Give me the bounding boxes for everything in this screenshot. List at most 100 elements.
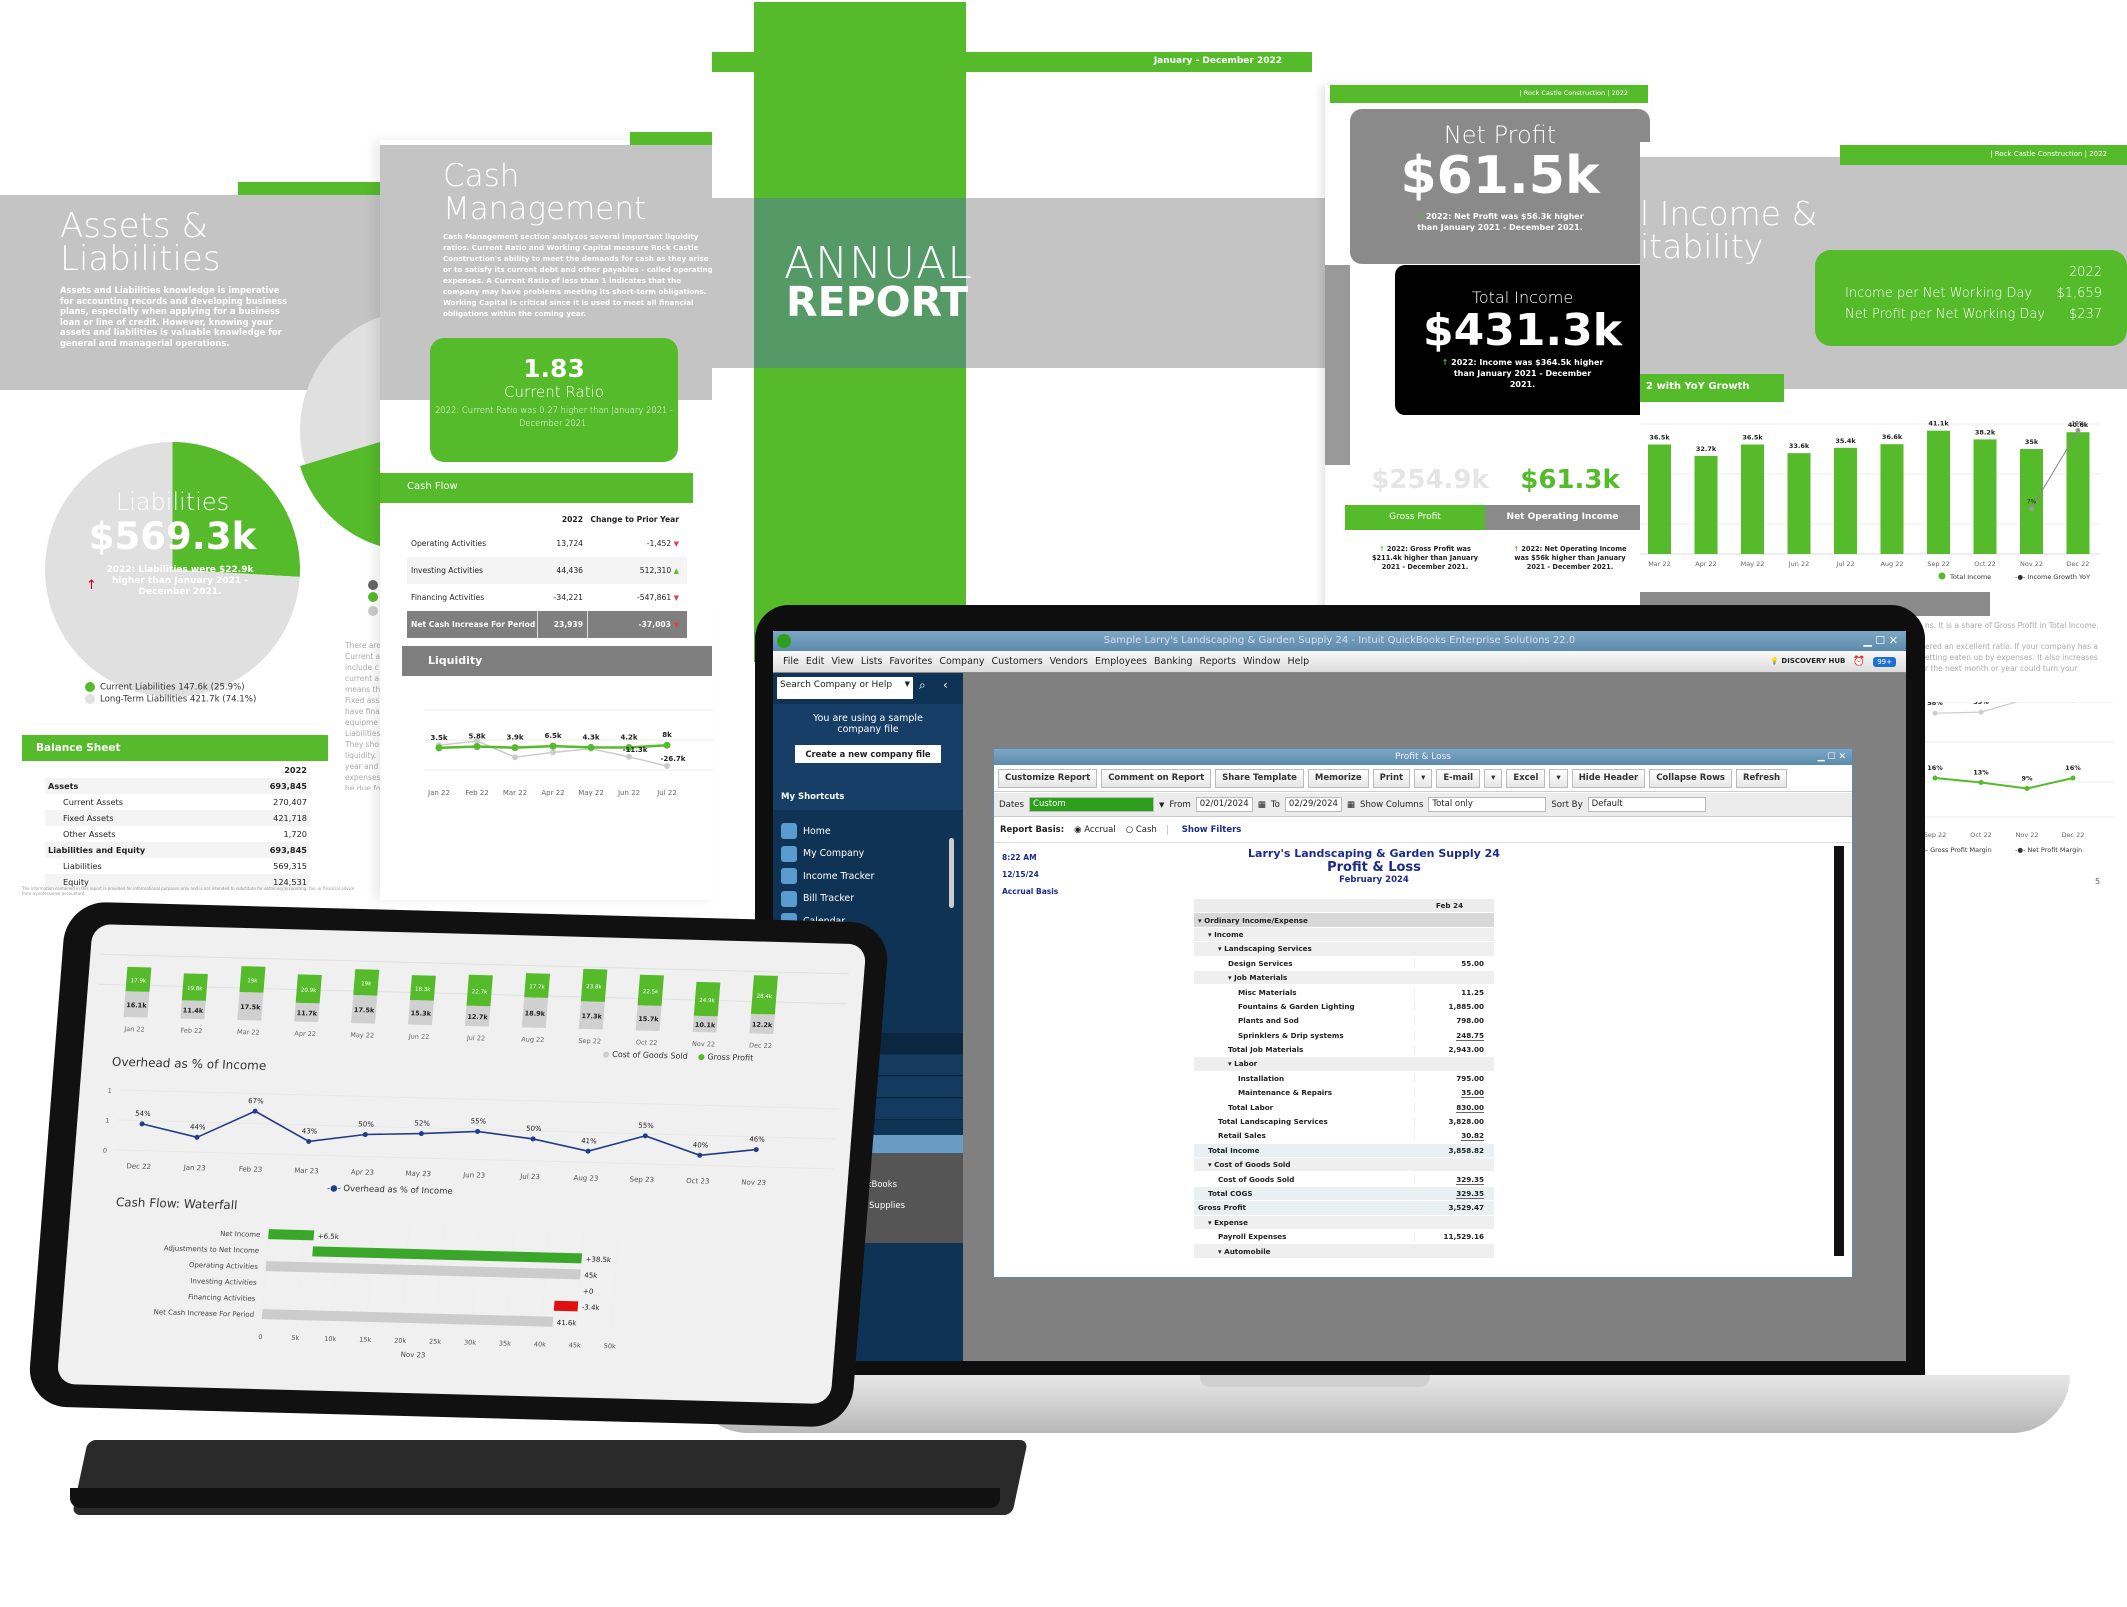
show-filters-link[interactable]: Show Filters xyxy=(1166,824,1241,835)
table-row: Gross Profit 3,529.47 xyxy=(1194,1201,1494,1216)
maximize-icon[interactable]: ☐ xyxy=(1875,634,1885,647)
search-input[interactable]: Search Company or Help ▼ xyxy=(777,677,913,699)
data-label: 28.4k xyxy=(756,994,773,1000)
report-date: 12/15/24 xyxy=(1002,870,1039,879)
table-row: Plants and Sod 798.00 xyxy=(1194,1014,1494,1029)
calendar-icon[interactable]: ▦ xyxy=(1347,800,1355,810)
dates-select[interactable]: Custom xyxy=(1029,797,1155,812)
hide-header-button[interactable]: Hide Header xyxy=(1571,769,1646,788)
share-template-button[interactable]: Share Template xyxy=(1215,769,1304,788)
close-icon[interactable]: ✕ xyxy=(1889,634,1898,647)
data-label: 50% xyxy=(358,1120,374,1128)
data-label: 40% xyxy=(693,1141,709,1149)
minimize-icon[interactable]: ▁ xyxy=(1863,634,1871,647)
table-row: ▾ Automobile xyxy=(1194,1244,1494,1259)
net-profit-card: Net Profit $61.5k ↑ 2022: Net Profit was… xyxy=(1350,109,1650,264)
data-label: 9% xyxy=(2021,775,2033,783)
radio-accrual[interactable]: ◉ Accrual xyxy=(1074,825,1116,835)
data-label: +6.5k xyxy=(317,1232,340,1241)
comment-on-report-button[interactable]: Comment on Report xyxy=(1101,769,1212,788)
sidebar-scrollbar[interactable] xyxy=(949,838,954,908)
tick-label: 1 xyxy=(107,1087,112,1095)
menu-edit[interactable]: Edit xyxy=(806,656,824,667)
refresh-button[interactable]: Refresh xyxy=(1736,769,1788,788)
minimize-icon[interactable]: ▁ xyxy=(1818,752,1825,762)
table-row: ▾ Labor xyxy=(1194,1057,1494,1072)
from-date-input[interactable]: 02/01/2024 xyxy=(1195,797,1253,812)
menu-company[interactable]: Company xyxy=(939,656,984,667)
tick-label: 35k xyxy=(499,1339,512,1347)
calendar-icon[interactable]: ▦ xyxy=(1258,800,1266,810)
create-company-button[interactable]: Create a new company file xyxy=(795,745,941,763)
bill-tracker-icon xyxy=(781,890,797,907)
data-label: 8k xyxy=(662,731,672,739)
keyboard-base xyxy=(70,1488,1000,1508)
close-icon[interactable]: ✕ xyxy=(1838,752,1846,762)
search-icon[interactable]: ⌕ xyxy=(919,678,926,693)
maximize-icon[interactable]: ☐ xyxy=(1828,752,1836,762)
sidebar-item-home[interactable]: Home xyxy=(781,823,831,839)
menu-banking[interactable]: Banking xyxy=(1154,656,1193,667)
menu-favorites[interactable]: Favorites xyxy=(889,656,932,667)
data-label: 16% xyxy=(1927,764,1943,772)
menu-help[interactable]: Help xyxy=(1287,656,1309,667)
notification-badge[interactable]: 99+ xyxy=(1873,656,1896,667)
legend-item: Current Liabilities 147.6k (25.9%) xyxy=(85,682,256,694)
data-point xyxy=(1978,709,1984,715)
chevron-down-icon[interactable]: ▼ xyxy=(1159,801,1164,809)
chevron-down-icon[interactable]: ▾ xyxy=(1484,769,1503,788)
tick-label: Aug 23 xyxy=(573,1174,598,1183)
tick-label: Feb 22 xyxy=(180,1026,202,1035)
report-scrollbar[interactable] xyxy=(1834,846,1844,1256)
chevron-down-icon[interactable]: ▼ xyxy=(905,680,910,688)
report-basis-row: Report Basis: ◉ Accrual ○ Cash Show Filt… xyxy=(994,817,1852,843)
pie-title: Liabilities xyxy=(115,488,230,516)
data-point xyxy=(1932,710,1938,716)
report-period: January - December 2022 xyxy=(1153,56,1282,66)
menu-reports[interactable]: Reports xyxy=(1200,656,1236,667)
triangle-down-icon: ▼ xyxy=(673,620,679,629)
sidebar-item-income-tracker[interactable]: Income Tracker xyxy=(781,868,874,884)
collapse-rows-button[interactable]: Collapse Rows xyxy=(1649,769,1732,788)
data-point xyxy=(194,1134,200,1140)
chevron-down-icon[interactable]: ▾ xyxy=(1414,769,1433,788)
tablet-bezel: 16.1k 17.9k Jan 22 11.4k 19.8k Feb 22 17.5k 19k… xyxy=(26,901,891,1428)
page-title: Cash Management xyxy=(443,158,647,227)
card-value: $431.3k xyxy=(1422,305,1623,356)
data-label: 46% xyxy=(749,1135,765,1143)
chart-legend: ● Cost of Goods Sold ● Gross Profit xyxy=(602,1049,754,1063)
print-button[interactable]: Print xyxy=(1372,769,1411,788)
menu-window[interactable]: Window xyxy=(1243,656,1280,667)
table-row: Payroll Expenses 11,529.16 xyxy=(1194,1230,1494,1245)
menu-vendors[interactable]: Vendors xyxy=(1050,656,1088,667)
laptop: Sample Larry's Landscaping & Garden Supp… xyxy=(755,605,1925,1375)
e-mail-button[interactable]: E-mail xyxy=(1436,769,1481,788)
to-date-input[interactable]: 02/29/2024 xyxy=(1284,797,1342,812)
menu-customers[interactable]: Customers xyxy=(992,656,1043,667)
pie-legend: Current Liabilities 147.6k (25.9%) Long-… xyxy=(85,682,256,705)
category-label: Net Cash Increase For Period xyxy=(153,1308,254,1319)
customize-report-button[interactable]: Customize Report xyxy=(998,769,1098,788)
tab-gross-profit[interactable]: Gross Profit xyxy=(1345,505,1485,530)
memorize-button[interactable]: Memorize xyxy=(1307,769,1369,788)
data-point xyxy=(1932,775,1938,781)
sidebar-item-bill-tracker[interactable]: Bill Tracker xyxy=(781,890,854,907)
menu-view[interactable]: View xyxy=(831,656,854,667)
tablet-screen: 16.1k 17.9k Jan 22 11.4k 19.8k Feb 22 17.5k 19k… xyxy=(56,924,867,1405)
tab-net-operating-income[interactable]: Net Operating Income xyxy=(1485,505,1640,530)
table-row: Liabilities and Equity 693,845 xyxy=(45,842,310,858)
excel-button[interactable]: Excel xyxy=(1506,769,1546,788)
menu-employees[interactable]: Employees xyxy=(1095,656,1147,667)
sort-select[interactable]: Default xyxy=(1587,797,1706,812)
menu-lists[interactable]: Lists xyxy=(861,656,883,667)
radio-cash[interactable]: ○ Cash xyxy=(1126,825,1157,835)
collapse-sidebar-icon[interactable]: ‹ xyxy=(943,678,948,692)
sidebar-item-my-company[interactable]: My Company xyxy=(781,845,864,862)
discovery-hub-button[interactable]: 💡 DISCOVERY HUB xyxy=(1770,658,1845,665)
columns-select[interactable]: Total only xyxy=(1428,797,1547,812)
menu-file[interactable]: File xyxy=(783,656,799,667)
data-label: 41.6k xyxy=(556,1319,577,1328)
chevron-down-icon[interactable]: ▾ xyxy=(1549,769,1568,788)
data-point xyxy=(626,753,632,760)
alarm-clock-icon[interactable]: ⏰ xyxy=(1853,656,1865,667)
